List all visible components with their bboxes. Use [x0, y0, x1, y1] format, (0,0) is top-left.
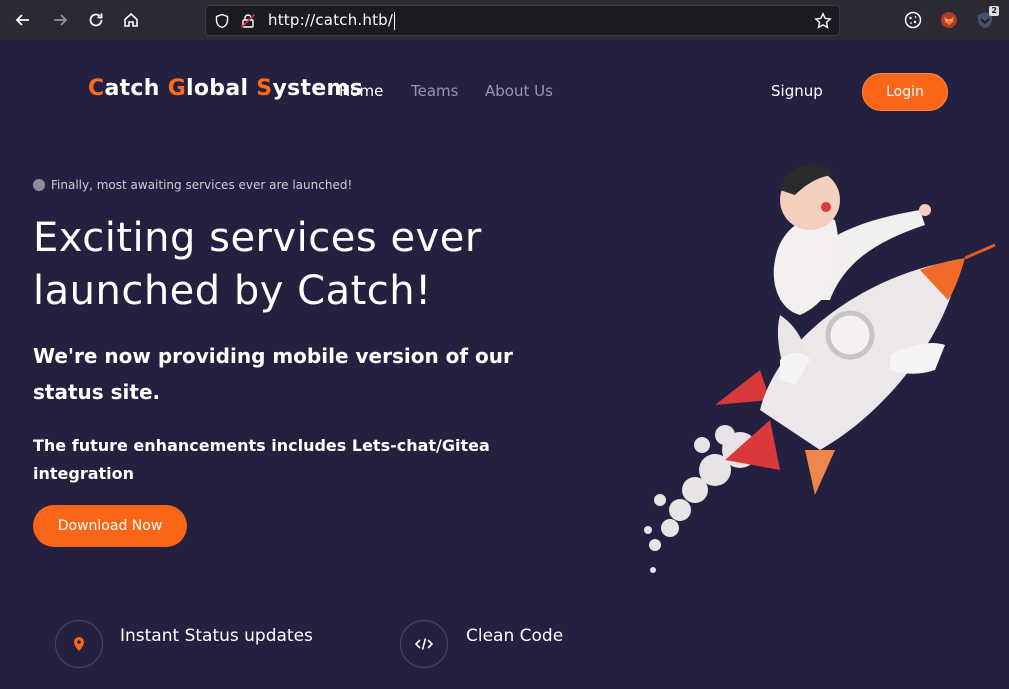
fox-icon	[941, 12, 957, 28]
reload-icon	[89, 13, 103, 27]
forward-arrow-icon	[54, 14, 68, 26]
code-icon	[415, 638, 433, 650]
url-text: http://catch.htb/	[268, 11, 396, 30]
signup-link[interactable]: Signup	[771, 82, 823, 100]
back-button[interactable]	[12, 9, 34, 31]
logo-letter: C	[88, 76, 105, 101]
logo-text: atch	[104, 76, 168, 101]
address-bar[interactable]: http://catch.htb/	[205, 5, 840, 36]
hero-subtitle-secondary: The future enhancements includes Lets-ch…	[33, 436, 490, 483]
tagline-dot-icon	[33, 179, 45, 191]
forward-button[interactable]	[49, 9, 71, 31]
nav-about-us[interactable]: About Us	[485, 82, 553, 100]
location-pin-icon	[74, 637, 84, 651]
nav-teams[interactable]: Teams	[411, 82, 458, 100]
reload-button[interactable]	[85, 9, 107, 31]
insecure-lock-icon[interactable]	[240, 13, 256, 29]
feature-code-badge	[400, 620, 448, 668]
logo-letter: G	[167, 76, 187, 101]
hero-subtitle: We're now providing mobile version of ou…	[33, 344, 513, 404]
hero-tagline: Finally, most awaiting services ever are…	[33, 178, 352, 192]
cookie-icon	[904, 11, 922, 29]
extension-badge: 2	[989, 6, 999, 16]
rocket-boy-illustration	[644, 164, 996, 573]
foxyproxy-extension-button[interactable]	[938, 9, 960, 31]
hero-title: Exciting services ever launched by Catch…	[33, 215, 482, 314]
feature-location-badge	[55, 620, 103, 668]
download-now-button[interactable]: Download Now	[33, 505, 187, 547]
bookmark-star-icon[interactable]	[814, 12, 832, 30]
feature-label-status: Instant Status updates	[120, 626, 313, 646]
home-icon	[124, 12, 138, 27]
feature-label-clean-code: Clean Code	[466, 626, 564, 646]
nav-home[interactable]: Home	[339, 82, 383, 100]
browser-toolbar: http://catch.htb/ 2	[0, 0, 1009, 40]
downloads-extension-button[interactable]: 2	[974, 6, 999, 31]
cookie-extension-button[interactable]	[902, 9, 924, 31]
shield-icon[interactable]	[214, 13, 230, 29]
back-arrow-icon	[15, 14, 29, 26]
tagline-text: Finally, most awaiting services ever are…	[51, 178, 353, 192]
logo-letter: S	[256, 76, 273, 101]
login-button[interactable]: Login	[862, 73, 948, 111]
site-logo[interactable]: Catch Global Systems	[88, 76, 363, 101]
logo-text: lobal	[186, 76, 257, 101]
home-button[interactable]	[120, 9, 142, 31]
